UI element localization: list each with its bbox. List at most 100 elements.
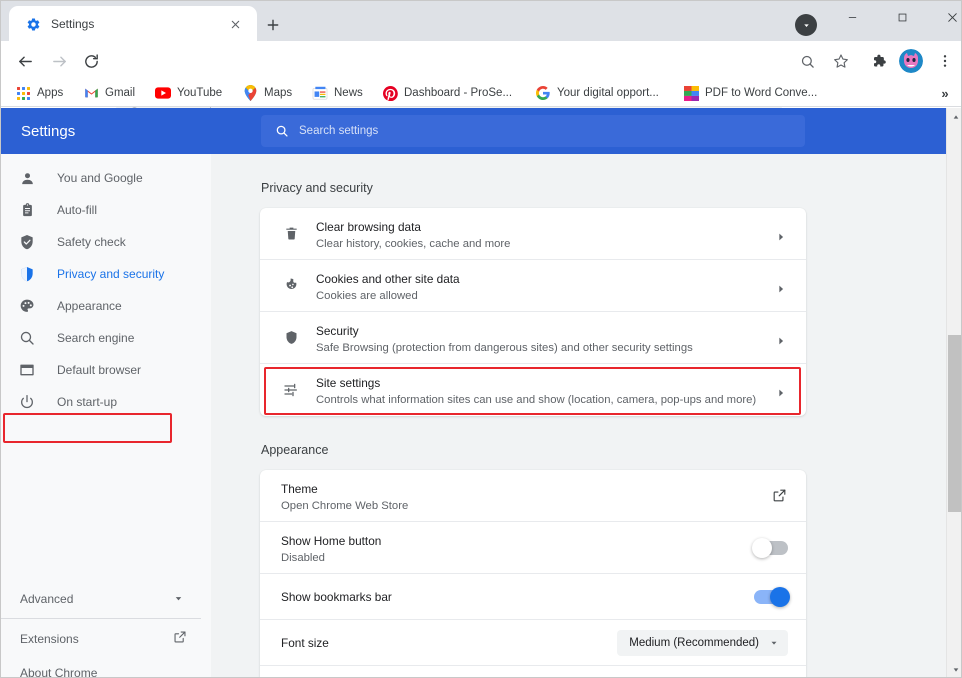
browser-tab-settings[interactable]: Settings <box>9 6 257 41</box>
search-icon <box>18 329 36 347</box>
sidebar-item-label: Privacy and security <box>57 266 164 282</box>
row-title: Clear browsing data <box>316 219 510 235</box>
settings-title: Settings <box>21 122 75 141</box>
row-customise-fonts[interactable]: Customise fonts <box>260 666 806 678</box>
sidebar-item-you-and-google[interactable]: You and Google <box>1 162 211 194</box>
sidebar-item-appearance[interactable]: Appearance <box>1 290 211 322</box>
window-maximize-button[interactable] <box>879 1 925 33</box>
row-clear-browsing-data[interactable]: Clear browsing data Clear history, cooki… <box>260 208 806 260</box>
tab-search-dropdown-icon[interactable] <box>795 14 817 36</box>
zoom-icon[interactable] <box>795 49 819 73</box>
sidebar-item-safety-check[interactable]: Safety check <box>1 226 211 258</box>
toggle-knob <box>752 538 772 558</box>
row-subtitle: Disabled <box>281 550 381 566</box>
profile-avatar[interactable] <box>899 49 923 73</box>
sidebar-item-about-chrome[interactable]: About Chrome <box>1 658 211 678</box>
settings-content: Privacy and security Clear browsing data… <box>211 154 953 678</box>
bookmark-label: Apps <box>37 87 63 99</box>
bookmark-dashboard-prose[interactable]: Dashboard - ProSe... <box>376 81 518 105</box>
sidebar-item-search-engine[interactable]: Search engine <box>1 322 211 354</box>
row-text: Site settings Controls what information … <box>316 375 756 408</box>
row-text: Cookies and other site data Cookies are … <box>316 271 460 304</box>
row-title: Site settings <box>316 375 756 391</box>
bookmarks-bar: Apps Gmail YouTube <box>1 79 962 107</box>
chevron-right-icon[interactable] <box>776 385 786 395</box>
row-theme[interactable]: Theme Open Chrome Web Store <box>260 470 806 522</box>
bookmark-maps[interactable]: Maps <box>236 81 298 105</box>
row-text: Security Safe Browsing (protection from … <box>316 323 693 356</box>
sidebar-item-auto-fill[interactable]: Auto-fill <box>1 194 211 226</box>
bookmark-label: Dashboard - ProSe... <box>404 87 512 99</box>
scroll-up-icon[interactable] <box>947 108 962 125</box>
sidebar-item-advanced[interactable]: Advanced <box>1 583 211 615</box>
row-title: Theme <box>281 481 408 497</box>
chevron-right-icon[interactable] <box>776 229 786 239</box>
sidebar-extra-label: About Chrome <box>20 665 97 678</box>
row-show-bookmarks-bar[interactable]: Show bookmarks bar <box>260 574 806 620</box>
window-close-button[interactable] <box>929 1 962 33</box>
youtube-icon <box>155 85 171 101</box>
sidebar-item-extensions[interactable]: Extensions <box>1 624 211 654</box>
sidebar-item-default-browser[interactable]: Default browser <box>1 354 211 386</box>
bookmark-your-digital-opport[interactable]: Your digital opport... <box>529 81 665 105</box>
page-scrollbar[interactable] <box>946 108 962 678</box>
bookmark-news[interactable]: News <box>306 81 369 105</box>
sliders-icon <box>281 380 301 400</box>
forward-icon[interactable] <box>47 49 71 73</box>
row-font-size[interactable]: Font size Medium (Recommended) <box>260 620 806 666</box>
row-text: Show Home button Disabled <box>281 533 381 566</box>
reload-icon[interactable] <box>79 49 103 73</box>
external-link-icon[interactable] <box>772 488 788 504</box>
shield-privacy-icon <box>18 265 36 283</box>
row-show-home-button[interactable]: Show Home button Disabled <box>260 522 806 574</box>
chevron-right-icon[interactable] <box>776 281 786 291</box>
sidebar-item-label: You and Google <box>57 170 143 186</box>
row-text: Theme Open Chrome Web Store <box>281 481 408 514</box>
settings-gear-icon <box>25 16 41 32</box>
back-icon[interactable] <box>13 49 37 73</box>
tab-close-icon[interactable] <box>227 16 243 32</box>
settings-search-box[interactable] <box>261 115 805 147</box>
bookmark-pdf-to-word-conve[interactable]: PDF to Word Conve... <box>677 81 823 105</box>
row-subtitle: Controls what information sites can use … <box>316 392 756 408</box>
scrollbar-thumb[interactable] <box>948 335 962 512</box>
sidebar-item-label: Default browser <box>57 362 141 378</box>
bookmarks-overflow-icon[interactable]: » <box>935 83 955 103</box>
extensions-puzzle-icon[interactable] <box>867 49 891 73</box>
sidebar-extra-label: Extensions <box>20 631 79 647</box>
row-subtitle: Clear history, cookies, cache and more <box>316 236 510 252</box>
font-size-value: Medium (Recommended) <box>629 637 759 649</box>
row-text: Show bookmarks bar <box>281 589 392 605</box>
bookmark-star-icon[interactable] <box>829 49 853 73</box>
row-security[interactable]: Security Safe Browsing (protection from … <box>260 312 806 364</box>
row-cookies-and-other-site-data[interactable]: Cookies and other site data Cookies are … <box>260 260 806 312</box>
font-size-select[interactable]: Medium (Recommended) <box>617 630 788 656</box>
row-site-settings[interactable]: Site settings Controls what information … <box>260 364 806 416</box>
bookmark-apps[interactable]: Apps <box>9 81 69 105</box>
bookmark-label: Maps <box>264 87 292 99</box>
scroll-down-icon[interactable] <box>947 661 962 678</box>
external-link-icon[interactable] <box>173 630 187 644</box>
person-icon <box>18 169 36 187</box>
bookmark-gmail[interactable]: Gmail <box>77 81 141 105</box>
row-title: Show Home button <box>281 533 381 549</box>
chrome-menu-icon[interactable] <box>933 49 957 73</box>
row-subtitle: Cookies are allowed <box>316 288 460 304</box>
power-icon <box>18 393 36 411</box>
chevron-right-icon[interactable] <box>776 333 786 343</box>
appearance-settings-card: Theme Open Chrome Web Store Show Home bu… <box>260 470 806 678</box>
search-input[interactable] <box>299 122 779 140</box>
show-home-button-toggle[interactable] <box>754 541 788 555</box>
show-bookmarks-bar-toggle[interactable] <box>754 590 788 604</box>
settings-sidebar: You and Google Auto-fill Safety che <box>1 154 211 678</box>
privacy-settings-card: Clear browsing data Clear history, cooki… <box>260 208 806 416</box>
sidebar-item-label: On start-up <box>57 394 117 410</box>
palette-icon <box>18 297 36 315</box>
sidebar-item-on-start-up[interactable]: On start-up <box>1 386 211 418</box>
bookmark-youtube[interactable]: YouTube <box>149 81 228 105</box>
window-minimize-button[interactable] <box>829 1 875 33</box>
sidebar-item-label: Safety check <box>57 234 126 250</box>
trash-icon <box>281 224 301 244</box>
sidebar-item-privacy-and-security[interactable]: Privacy and security <box>1 258 211 290</box>
new-tab-button[interactable] <box>259 11 287 39</box>
